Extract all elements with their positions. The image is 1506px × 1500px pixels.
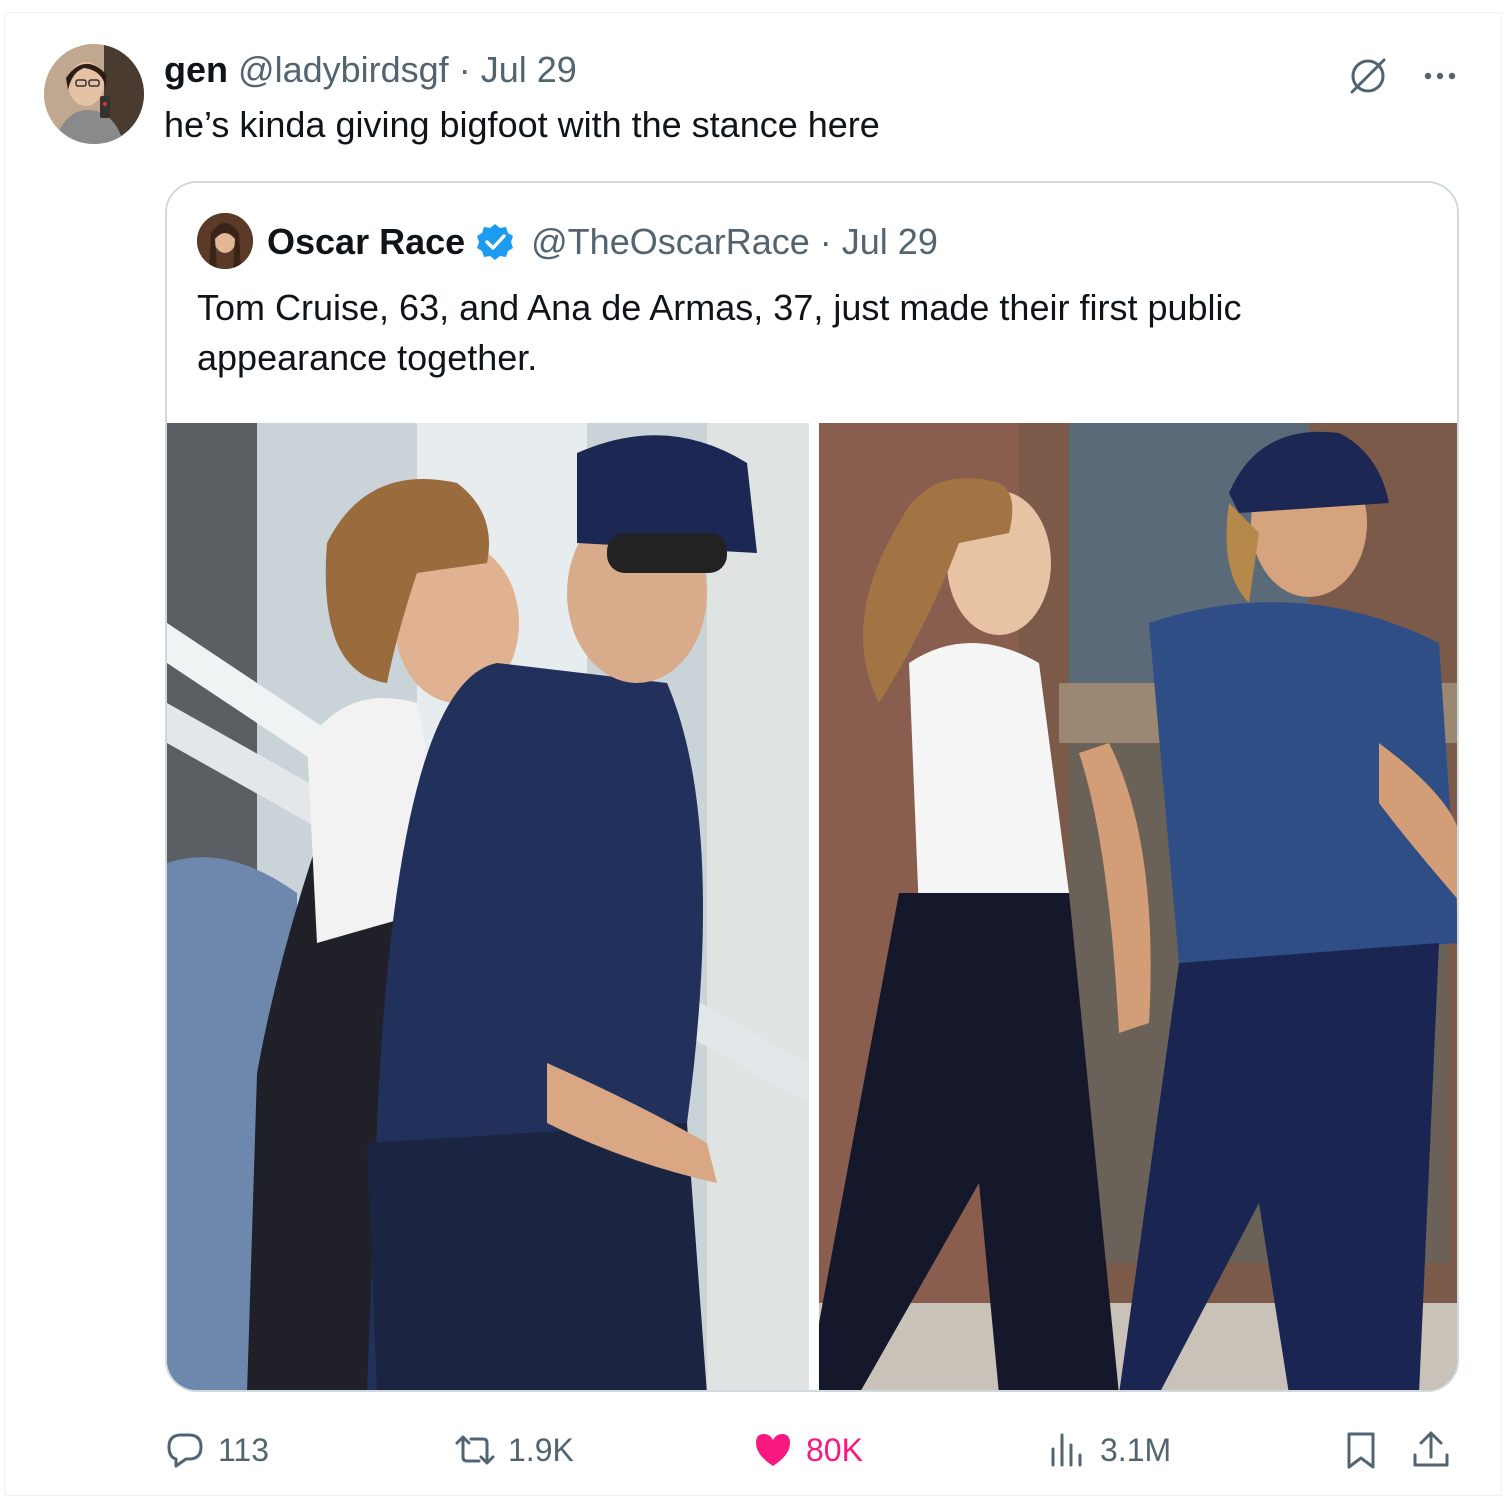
views-icon	[1051, 1433, 1082, 1467]
quoted-date[interactable]: Jul 29	[842, 219, 938, 265]
photo-left[interactable]	[167, 423, 809, 1390]
views-count: 3.1M	[1100, 1431, 1172, 1468]
post-header: gen @ladybirdsgf · Jul 29	[164, 48, 577, 92]
media-grid	[167, 423, 1457, 1390]
quoted-name[interactable]: Oscar Race	[267, 219, 465, 265]
verified-badge-icon	[477, 224, 514, 260]
share-icon	[1413, 1431, 1449, 1467]
post-date[interactable]: Jul 29	[481, 49, 577, 90]
reply-icon	[167, 1433, 203, 1468]
repost-icon	[455, 1435, 495, 1465]
bookmark-icon	[1347, 1432, 1375, 1469]
repost-count: 1.9K	[508, 1431, 574, 1468]
quoted-avatar[interactable]	[197, 213, 253, 269]
author-handle[interactable]: @ladybirdsgf	[238, 49, 449, 90]
photo-right[interactable]	[819, 423, 1457, 1390]
author-avatar[interactable]	[44, 44, 144, 144]
top-actions	[1344, 52, 1460, 100]
share-button[interactable]	[1410, 1420, 1452, 1480]
reply-count: 113	[218, 1431, 270, 1468]
like-button[interactable]: 80K	[752, 1420, 863, 1480]
post-text: he’s kinda giving bigfoot with the stanc…	[164, 104, 880, 145]
like-count: 80K	[806, 1431, 863, 1468]
quoted-text: Tom Cruise, 63, and Ana de Armas, 37, ju…	[197, 287, 1242, 378]
reply-button[interactable]: 113	[164, 1420, 269, 1480]
header-separator: ·	[458, 49, 471, 90]
quoted-tweet[interactable]: Oscar Race @TheOscarRace · Jul 29 Tom Cr…	[165, 181, 1459, 1392]
repost-button[interactable]: 1.9K	[454, 1420, 574, 1480]
quoted-handle[interactable]: @TheOscarRace	[531, 219, 810, 265]
heart-icon	[756, 1434, 790, 1466]
quoted-separator: ·	[819, 221, 832, 262]
engagement-bar: 113 1.9K 80K 3.1M	[164, 1420, 1460, 1480]
bookmark-button[interactable]	[1340, 1420, 1382, 1480]
grok-icon[interactable]	[1344, 52, 1392, 100]
more-icon[interactable]	[1420, 56, 1460, 96]
quoted-header: Oscar Race @TheOscarRace · Jul 29	[267, 219, 938, 265]
views-button[interactable]: 3.1M	[1046, 1420, 1171, 1480]
author-name[interactable]: gen	[164, 49, 228, 90]
